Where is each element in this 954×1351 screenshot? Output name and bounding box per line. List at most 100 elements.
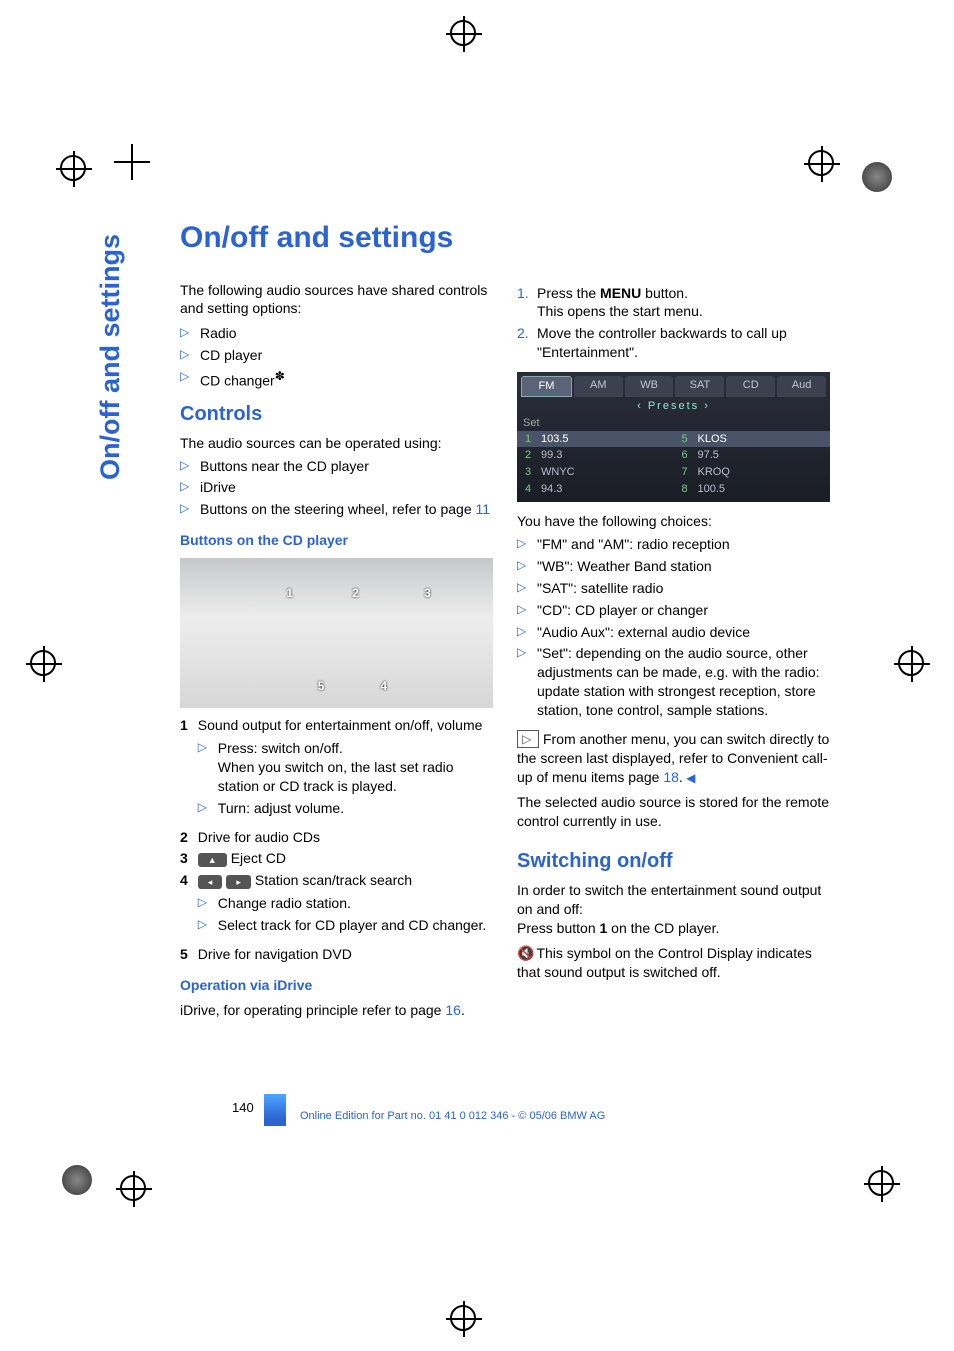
switch-press: Press button 1 on the CD player. bbox=[517, 919, 830, 938]
right-column: Press the MENU button. This opens the st… bbox=[517, 281, 830, 1020]
page-ref-link[interactable]: 16 bbox=[445, 1002, 461, 1018]
def-text: Eject CD bbox=[231, 850, 286, 866]
switch-press-post: on the CD player. bbox=[607, 920, 719, 936]
def-text: Sound output for entertainment on/off, v… bbox=[198, 716, 493, 735]
footnote-mark bbox=[275, 373, 285, 389]
callout-5: 5 bbox=[318, 678, 325, 694]
tab-aud: Aud bbox=[777, 376, 826, 397]
callout-2: 2 bbox=[352, 585, 359, 601]
switching-heading: Switching on/off bbox=[517, 848, 830, 875]
color-registration-dot bbox=[862, 162, 892, 192]
step-item: Move the controller backwards to call up… bbox=[517, 324, 830, 362]
registration-mark bbox=[450, 20, 476, 46]
def-sublist: Press: switch on/off. When you switch on… bbox=[198, 739, 493, 818]
callout-3: 3 bbox=[424, 585, 431, 601]
cd-player-illustration: 1 2 3 4 5 bbox=[180, 558, 493, 708]
scan-right-icon: ▸ bbox=[226, 875, 251, 889]
registration-mark bbox=[450, 1305, 476, 1331]
presets-label: ‹ Presets › bbox=[517, 397, 830, 416]
color-registration-dot bbox=[62, 1165, 92, 1195]
mute-paragraph: 🔇This symbol on the Control Display indi… bbox=[517, 944, 830, 982]
list-item: Radio bbox=[180, 324, 493, 343]
definition-item: 3 ▲ Eject CD bbox=[180, 849, 493, 868]
definition-item: 4 ◂▸ Station scan/track search Change rad… bbox=[180, 871, 493, 945]
def-num: 5 bbox=[180, 945, 188, 964]
preset-item: 1103.5 bbox=[517, 431, 674, 448]
tab-cd: CD bbox=[726, 376, 775, 397]
registration-mark bbox=[120, 1175, 146, 1201]
stored-text: The selected audio source is stored for … bbox=[517, 793, 830, 831]
note-paragraph: From another menu, you can switch direct… bbox=[517, 730, 830, 787]
note-icon bbox=[517, 730, 539, 748]
list-item: iDrive bbox=[180, 478, 493, 497]
menu-button-label: MENU bbox=[600, 285, 641, 301]
cd-buttons-heading: Buttons on the CD player bbox=[180, 531, 493, 550]
def-num: 3 bbox=[180, 849, 188, 868]
eject-button-icon: ▲ bbox=[198, 853, 227, 867]
list-item: Buttons near the CD player bbox=[180, 457, 493, 476]
set-label: Set bbox=[517, 416, 830, 431]
list-item: CD player bbox=[180, 346, 493, 365]
audio-sources-list: Radio CD player CD changer bbox=[180, 324, 493, 390]
definition-item: 2 Drive for audio CDs bbox=[180, 828, 493, 847]
left-column: The following audio sources have shared … bbox=[180, 281, 493, 1020]
controls-intro: The audio sources can be operated using: bbox=[180, 434, 493, 453]
page-ref-link[interactable]: 11 bbox=[476, 501, 491, 517]
page-number-strip bbox=[264, 1094, 286, 1126]
list-item: "WB": Weather Band station bbox=[517, 557, 830, 576]
page-content: On/off and settings The following audio … bbox=[180, 218, 830, 1020]
side-tab-title: On/off and settings bbox=[95, 220, 137, 480]
preset-item: 697.5 bbox=[674, 447, 831, 464]
controls-list: Buttons near the CD player iDrive Button… bbox=[180, 457, 493, 520]
list-item: Select track for CD player and CD change… bbox=[198, 916, 493, 935]
list-item: Press: switch on/off. When you switch on… bbox=[198, 739, 493, 796]
preset-item: 5KLOS bbox=[674, 431, 831, 448]
idrive-heading: Operation via iDrive bbox=[180, 976, 493, 995]
callout-4: 4 bbox=[380, 678, 387, 694]
registration-mark bbox=[898, 650, 924, 676]
registration-mark bbox=[60, 155, 86, 181]
list-item: Buttons on the steering wheel, refer to … bbox=[180, 500, 493, 519]
def-text: Station scan/track search bbox=[255, 872, 412, 888]
def-num: 2 bbox=[180, 828, 188, 847]
preset-grid: 1103.5 5KLOS 299.3 697.5 3WNYC 7KROQ 494… bbox=[517, 431, 830, 498]
choices-list: "FM" and "AM": radio reception "WB": Wea… bbox=[517, 535, 830, 720]
step-pre: Press the bbox=[537, 285, 600, 301]
tab-fm: FM bbox=[521, 376, 572, 397]
intro-text: The following audio sources have shared … bbox=[180, 281, 493, 319]
callout-1: 1 bbox=[286, 585, 293, 601]
scan-left-icon: ◂ bbox=[198, 875, 223, 889]
registration-mark bbox=[868, 1170, 894, 1196]
step-item: Press the MENU button. This opens the st… bbox=[517, 284, 830, 322]
list-item: "CD": CD player or changer bbox=[517, 601, 830, 620]
idrive-text-body: iDrive, for operating principle refer to… bbox=[180, 1002, 445, 1018]
page-number: 140 bbox=[232, 1100, 254, 1115]
choices-intro: You have the following choices: bbox=[517, 512, 830, 531]
list-item: CD changer bbox=[180, 368, 493, 391]
list-item: "Audio Aux": external audio device bbox=[517, 623, 830, 642]
idrive-screenshot: FM AM WB SAT CD Aud ‹ Presets › Set 1103… bbox=[517, 372, 830, 502]
mute-text: This symbol on the Control Display indic… bbox=[517, 945, 812, 980]
tab-wb: WB bbox=[625, 376, 674, 397]
preset-item: 7KROQ bbox=[674, 464, 831, 481]
registration-mark bbox=[808, 150, 834, 176]
list-item-label: Buttons on the steering wheel, refer to … bbox=[200, 501, 476, 517]
def-text: Drive for navigation DVD bbox=[198, 945, 352, 964]
def-num: 4 bbox=[180, 871, 188, 945]
registration-mark bbox=[30, 650, 56, 676]
definition-item: 1 Sound output for entertainment on/off,… bbox=[180, 716, 493, 827]
page-ref-link[interactable]: 18 bbox=[663, 769, 679, 785]
page-title: On/off and settings bbox=[180, 218, 830, 259]
preset-item: 8100.5 bbox=[674, 481, 831, 498]
switch-press-pre: Press button bbox=[517, 920, 600, 936]
tab-am: AM bbox=[574, 376, 623, 397]
list-item: "SAT": satellite radio bbox=[517, 579, 830, 598]
idrive-text: iDrive, for operating principle refer to… bbox=[180, 1001, 493, 1020]
list-item-label: CD changer bbox=[200, 373, 275, 389]
list-item: Turn: adjust volume. bbox=[198, 799, 493, 818]
footer-text: Online Edition for Part no. 01 41 0 012 … bbox=[300, 1110, 605, 1122]
list-item: Change radio station. bbox=[198, 894, 493, 913]
mute-icon: 🔇 bbox=[517, 944, 534, 963]
registration-mark bbox=[120, 150, 146, 176]
def-sublist: Change radio station. Select track for C… bbox=[198, 894, 493, 935]
